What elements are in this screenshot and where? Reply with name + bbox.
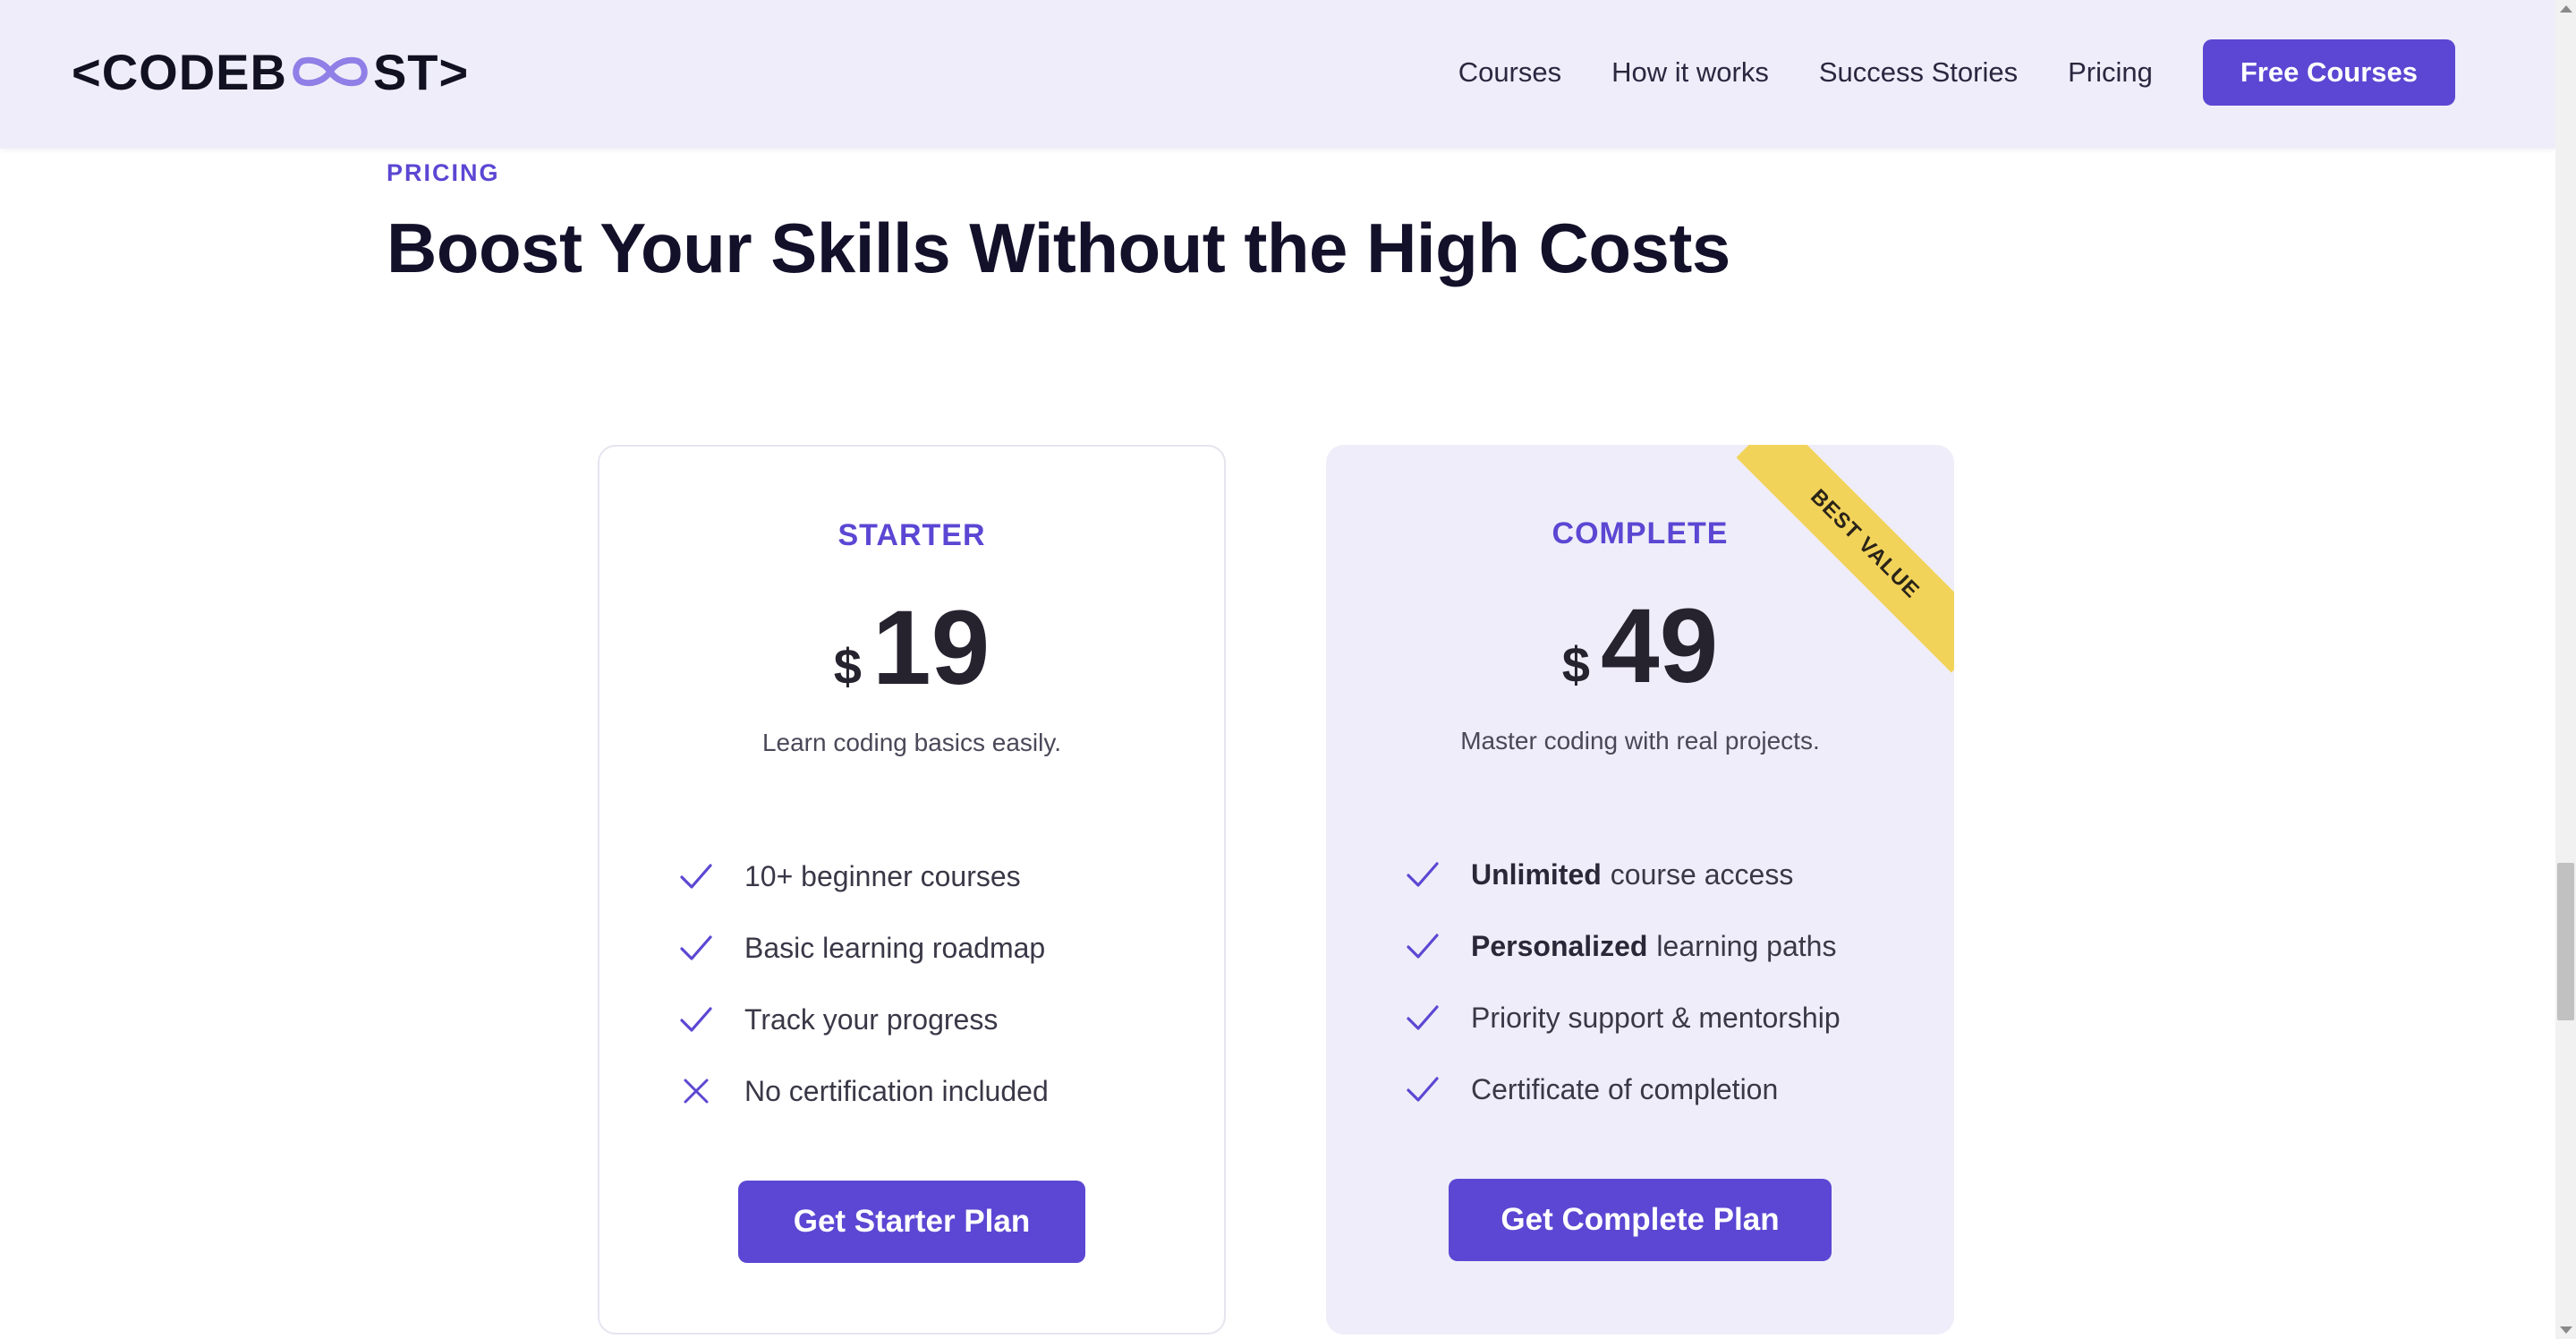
nav-link-how-it-works[interactable]: How it works <box>1611 56 1769 89</box>
feature-item: No certification included <box>678 1055 1188 1127</box>
scroll-up-arrow-icon[interactable] <box>2560 5 2572 13</box>
price-amount: 19 <box>871 589 990 707</box>
feature-text: Priority support & mentorship <box>1471 1001 1841 1034</box>
pricing-card-starter: STARTER $ 19 Learn coding basics easily.… <box>598 445 1226 1335</box>
logo-text-suffix: ST> <box>372 43 470 100</box>
nav-link-pricing[interactable]: Pricing <box>2068 56 2153 89</box>
scroll-down-arrow-icon[interactable] <box>2560 1326 2572 1334</box>
feature-item: Track your progress <box>678 984 1188 1055</box>
nav-link-courses[interactable]: Courses <box>1458 56 1561 89</box>
feature-item: Certificate of completion <box>1405 1053 1918 1125</box>
feature-text: course access <box>1610 857 1794 891</box>
check-icon <box>680 864 712 889</box>
price-amount: 49 <box>1600 587 1719 705</box>
plan-price: $ 19 <box>599 595 1224 701</box>
plan-name: STARTER <box>837 518 986 552</box>
section-eyebrow: PRICING <box>387 159 500 186</box>
pricing-card-complete: BEST VALUE COMPLETE $ 49 Master coding w… <box>1326 445 1954 1335</box>
check-icon <box>680 935 712 960</box>
check-icon <box>680 1007 712 1032</box>
vertical-scrollbar[interactable] <box>2555 0 2576 1339</box>
feature-text: learning paths <box>1656 929 1837 962</box>
check-icon <box>1407 1077 1439 1102</box>
get-complete-plan-button[interactable]: Get Complete Plan <box>1449 1179 1832 1261</box>
feature-text: 10+ beginner courses <box>744 859 1021 892</box>
main-nav: Courses How it works Success Stories Pri… <box>1458 39 2455 106</box>
feature-item: Basic learning roadmap <box>678 912 1188 984</box>
feature-text: Certificate of completion <box>1471 1072 1779 1105</box>
free-courses-button[interactable]: Free Courses <box>2202 39 2455 106</box>
plan-tagline: Learn coding basics easily. <box>761 729 1062 756</box>
feature-item: Unlimited course access <box>1405 839 1918 910</box>
get-starter-plan-button[interactable]: Get Starter Plan <box>738 1181 1085 1263</box>
page: <CODEB ST> Courses How it works Success … <box>0 0 2576 1339</box>
feature-item: 10+ beginner courses <box>678 840 1188 912</box>
feature-item: Personalized learning paths <box>1405 910 1918 982</box>
feature-list: 10+ beginner courses Basic learning road… <box>678 840 1188 1127</box>
check-icon <box>1407 1005 1439 1030</box>
currency-symbol: $ <box>1561 636 1590 693</box>
feature-highlight: Unlimited <box>1471 857 1602 891</box>
page-title: Boost Your Skills Without the High Costs <box>387 209 1730 287</box>
codeboost-logo[interactable]: <CODEB ST> <box>72 43 469 100</box>
scrollbar-thumb[interactable] <box>2557 863 2574 1020</box>
site-header: <CODEB ST> Courses How it works Success … <box>0 0 2555 149</box>
feature-text: Track your progress <box>744 1002 999 1036</box>
x-icon <box>684 1079 709 1104</box>
plan-name: COMPLETE <box>1552 516 1729 550</box>
infinity-icon <box>293 56 368 87</box>
feature-list: Unlimited course access Personalized lea… <box>1405 839 1918 1125</box>
logo-text-prefix: <CODEB <box>72 43 287 100</box>
feature-highlight: Personalized <box>1471 929 1648 962</box>
nav-link-success-stories[interactable]: Success Stories <box>1819 56 2018 89</box>
feature-text: Basic learning roadmap <box>744 931 1046 964</box>
plan-tagline: Master coding with real projects. <box>1460 727 1820 755</box>
feature-item: Priority support & mentorship <box>1405 982 1918 1053</box>
check-icon <box>1407 862 1439 887</box>
feature-text: No certification included <box>744 1074 1049 1107</box>
currency-symbol: $ <box>833 638 862 695</box>
check-icon <box>1407 934 1439 959</box>
plan-price: $ 49 <box>1326 593 1954 699</box>
